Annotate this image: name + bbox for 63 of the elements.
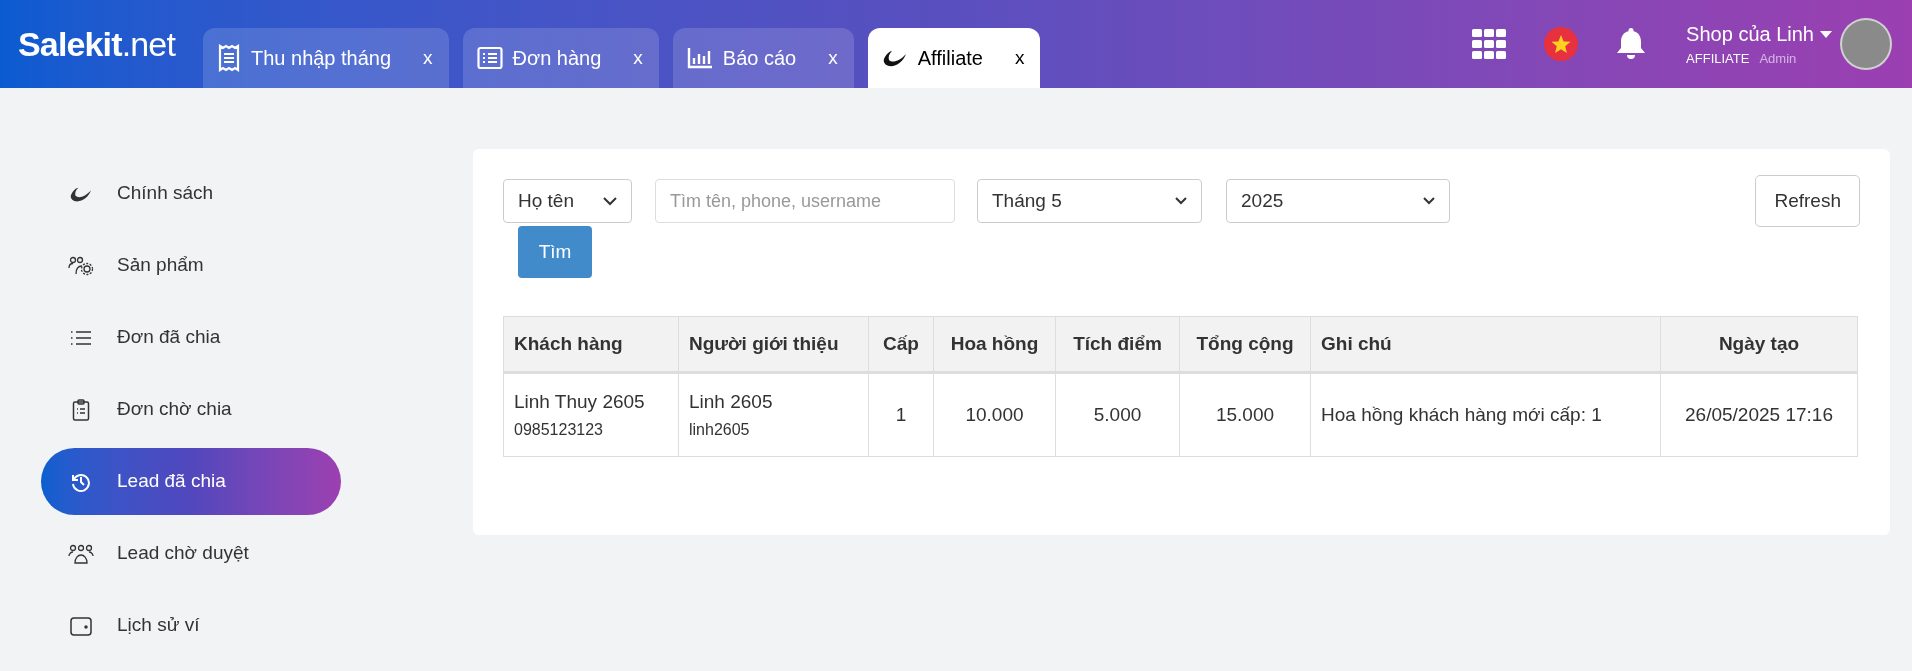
table-cell: 10.000	[933, 372, 1056, 457]
table-cell: 5.000	[1055, 372, 1180, 457]
close-tab-button[interactable]: x	[423, 43, 433, 73]
notification-bell-icon[interactable]	[1616, 27, 1647, 61]
table-cell: 1	[868, 372, 934, 457]
sidebar-item[interactable]: Đơn chờ chia	[41, 376, 341, 443]
table-cell-text: 0985123123	[514, 420, 604, 441]
year-select[interactable]: 2025	[1226, 179, 1450, 223]
tab[interactable]: Thu nhập tháng x	[203, 28, 449, 88]
chevron-down-icon	[1423, 197, 1435, 205]
user-title: Admin	[1759, 50, 1797, 69]
table-cell: 26/05/2025 17:16	[1660, 372, 1858, 457]
tab[interactable]: Affiliate x	[867, 28, 1041, 88]
close-tab-button[interactable]: x	[633, 43, 643, 73]
logo[interactable]: Salekit.net	[18, 18, 175, 70]
table-cell: 15.000	[1179, 372, 1311, 457]
tab[interactable]: Đơn hàng x	[462, 28, 659, 88]
list-icon	[70, 329, 92, 346]
column-header: Người giới thiệu	[678, 316, 869, 373]
user-name[interactable]: Shop của Linh	[1686, 19, 1814, 50]
user-role: AFFILIATE	[1686, 50, 1750, 69]
receipt-icon	[217, 44, 241, 72]
flag-icon[interactable]	[1544, 27, 1579, 61]
close-tab-button[interactable]: x	[828, 43, 838, 73]
apps-grid-icon[interactable]	[1472, 29, 1507, 59]
tab-label: Thu nhập tháng	[251, 46, 392, 71]
table-cell-text: linh2605	[689, 420, 751, 441]
sidebar-item[interactable]: Đơn đã chia	[41, 304, 341, 371]
chevron-down-icon	[1175, 197, 1187, 205]
chevron-down-icon	[603, 196, 617, 206]
column-header: Tích điểm	[1055, 316, 1180, 373]
sidebar-item[interactable]: Sản phẩm	[41, 232, 341, 299]
sidebar-item[interactable]: Lead chờ duyệt	[41, 520, 341, 587]
sidebar-item[interactable]: Lịch sử ví	[41, 592, 341, 659]
sidebar-item[interactable]: Lead đã chia	[41, 448, 341, 515]
wallet-icon	[70, 615, 92, 636]
bar-chart-icon	[686, 47, 713, 69]
caret-icon[interactable]	[1820, 30, 1832, 38]
users-gear-icon	[68, 255, 94, 276]
column-header: Ngày tạo	[1660, 316, 1858, 373]
month-select[interactable]: Tháng 5	[977, 179, 1202, 223]
tab[interactable]: Báo cáo x	[672, 28, 854, 88]
column-header: Khách hàng	[503, 316, 679, 373]
tab-label: Affiliate	[917, 46, 983, 71]
search-field[interactable]: Tìm tên, phone, username	[655, 179, 955, 223]
close-tab-button[interactable]: x	[1014, 43, 1025, 73]
avatar[interactable]	[1840, 18, 1892, 70]
refresh-button[interactable]: Refresh	[1755, 175, 1860, 227]
table-cell: Hoa hồng khách hàng mới cấp: 1	[1310, 372, 1661, 457]
search-button[interactable]: Tìm	[518, 226, 592, 278]
field-select[interactable]: Họ tên	[503, 179, 632, 223]
table-cell-text: Linh Thuy 2605	[514, 389, 646, 414]
sidebar-item[interactable]: Chính sách	[41, 160, 341, 227]
table-cell-text: Linh 2605	[689, 389, 774, 414]
column-header: Hoa hồng	[933, 316, 1056, 373]
tab-label: Báo cáo	[722, 46, 797, 71]
clipboard-icon	[72, 398, 90, 421]
column-header: Tổng cộng	[1179, 316, 1311, 373]
users-icon	[68, 543, 94, 564]
list-icon	[476, 46, 503, 70]
column-header: Ghi chú	[1310, 316, 1661, 373]
column-header: Cấp	[868, 316, 934, 373]
tab-label: Đơn hàng	[512, 46, 602, 71]
